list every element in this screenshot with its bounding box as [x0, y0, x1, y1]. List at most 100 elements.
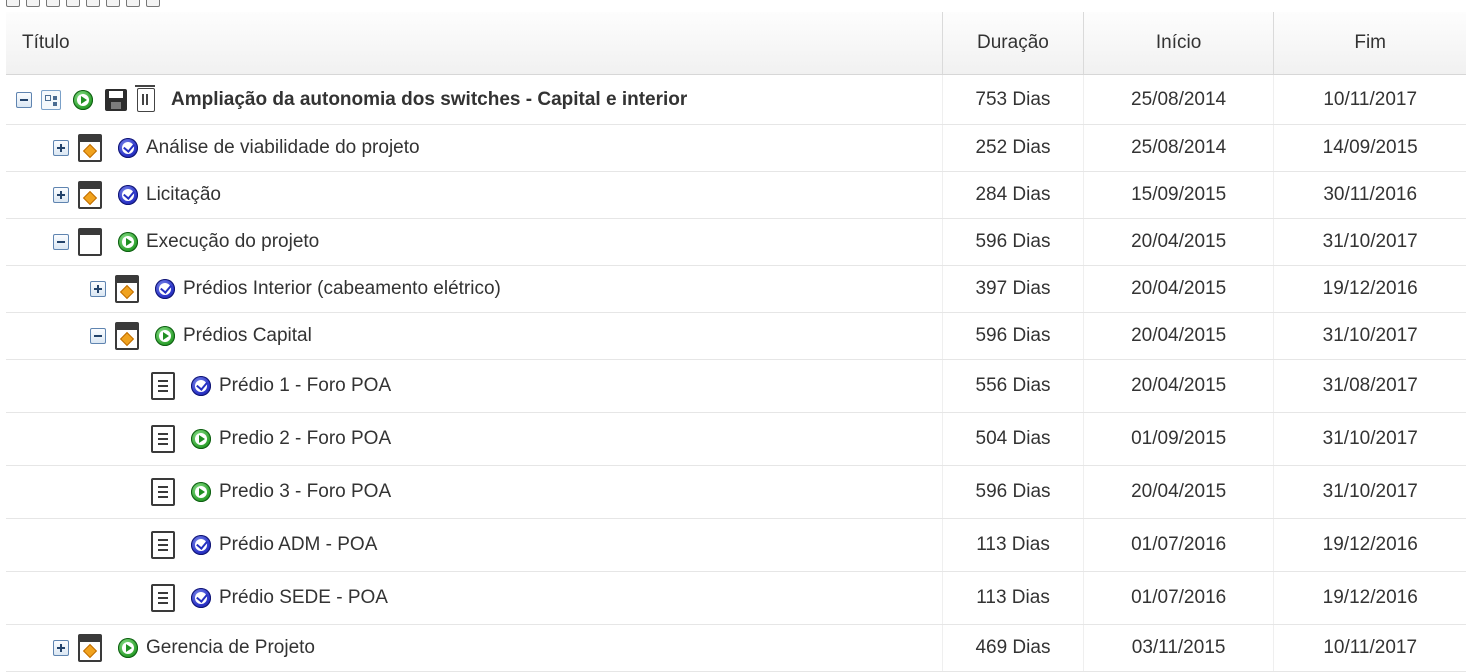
cell-duration: 397 Dias: [942, 266, 1083, 312]
cell-duration: 469 Dias: [942, 625, 1083, 671]
project-structure-icon[interactable]: [41, 89, 61, 110]
table-row[interactable]: Prédios Capital 596 Dias 20/04/2015 31/10/2…: [6, 313, 1466, 360]
table-row[interactable]: Prédios Interior (cabeamento elétrico) 39…: [6, 266, 1466, 313]
table-row[interactable]: Predio 3 - Foro POA 596 Dias 20/04/2015 31/…: [6, 466, 1466, 519]
in-progress-icon: [118, 638, 138, 658]
cell-start-date: 20/04/2015: [1082, 466, 1274, 518]
document-task-icon[interactable]: [151, 372, 175, 400]
toolbar-button-cropped[interactable]: [146, 0, 160, 7]
task-title[interactable]: Prédios Interior (cabeamento elétrico): [183, 278, 501, 300]
table-row[interactable]: Prédio 1 - Foro POA 556 Dias 20/04/2015 31/…: [6, 360, 1466, 413]
expand-icon[interactable]: [53, 140, 69, 156]
document-task-icon[interactable]: [151, 425, 175, 453]
project-tree-grid: Título Duração Início Fim Ampliação da a…: [6, 12, 1466, 672]
table-row[interactable]: Prédio SEDE - POA 113 Dias 01/07/2016 19/12…: [6, 572, 1466, 625]
table-row[interactable]: Prédio ADM - POA 113 Dias 01/07/2016 19/12/…: [6, 519, 1466, 572]
document-task-icon[interactable]: [151, 584, 175, 612]
summary-task-icon[interactable]: [78, 634, 102, 662]
collapse-icon[interactable]: [90, 328, 106, 344]
cell-end-date: 30/11/2016: [1273, 172, 1466, 218]
cell-title: Prédios Capital: [6, 313, 942, 359]
task-title[interactable]: Prédio SEDE - POA: [219, 587, 388, 609]
cell-duration: 284 Dias: [942, 172, 1083, 218]
cell-duration: 556 Dias: [942, 360, 1083, 412]
column-header-duration[interactable]: Duração: [942, 12, 1083, 74]
cell-end-date: 19/12/2016: [1273, 519, 1466, 571]
toolbar-button-cropped[interactable]: [26, 0, 40, 7]
cell-end-date: 31/10/2017: [1273, 466, 1466, 518]
collapse-icon[interactable]: [16, 91, 32, 108]
cell-duration: 504 Dias: [942, 413, 1083, 465]
cell-title: Execução do projeto: [6, 219, 942, 265]
completed-check-icon: [191, 588, 211, 608]
completed-check-icon: [155, 279, 175, 299]
task-title[interactable]: Prédios Capital: [183, 325, 312, 347]
table-row[interactable]: Análise de viabilidade do projeto 252 Dia…: [6, 125, 1466, 172]
cell-duration: 596 Dias: [942, 313, 1083, 359]
task-title[interactable]: Ampliação da autonomia dos switches - Ca…: [171, 89, 687, 111]
toolbar-button-cropped[interactable]: [106, 0, 120, 7]
summary-task-icon[interactable]: [78, 134, 102, 162]
cell-title: Prédio SEDE - POA: [6, 572, 942, 624]
toolbar-button-cropped[interactable]: [126, 0, 140, 7]
completed-check-icon: [118, 185, 138, 205]
document-task-icon[interactable]: [151, 478, 175, 506]
cell-start-date: 20/04/2015: [1082, 219, 1274, 265]
summary-task-icon[interactable]: [78, 181, 102, 209]
phase-task-icon[interactable]: [78, 228, 102, 256]
collapse-icon[interactable]: [53, 234, 69, 250]
cell-end-date: 19/12/2016: [1273, 266, 1466, 312]
column-header-title[interactable]: Título: [6, 12, 942, 74]
cell-end-date: 31/10/2017: [1273, 413, 1466, 465]
cell-start-date: 01/07/2016: [1082, 519, 1274, 571]
task-title[interactable]: Licitação: [146, 184, 221, 206]
save-icon[interactable]: [105, 88, 127, 111]
toolbar-strip-cropped: [0, 0, 1466, 12]
expand-icon[interactable]: [53, 640, 69, 656]
task-title[interactable]: Execução do projeto: [146, 231, 319, 253]
cell-start-date: 15/09/2015: [1082, 172, 1274, 218]
cell-duration: 753 Dias: [942, 75, 1083, 124]
task-title[interactable]: Prédio 1 - Foro POA: [219, 375, 391, 397]
table-row[interactable]: Licitação 284 Dias 15/09/2015 30/11/2016: [6, 172, 1466, 219]
cell-duration: 596 Dias: [942, 219, 1083, 265]
cell-title: Gerencia de Projeto: [6, 625, 942, 671]
completed-check-icon: [191, 535, 211, 555]
task-title[interactable]: Predio 2 - Foro POA: [219, 428, 391, 450]
completed-check-icon: [118, 138, 138, 158]
table-row[interactable]: Gerencia de Projeto 469 Dias 03/11/2015 10/…: [6, 625, 1466, 672]
cell-start-date: 01/09/2015: [1082, 413, 1274, 465]
table-row[interactable]: Predio 2 - Foro POA 504 Dias 01/09/2015 31/…: [6, 413, 1466, 466]
cell-end-date: 10/11/2017: [1273, 625, 1466, 671]
cell-title: Predio 2 - Foro POA: [6, 413, 942, 465]
task-title[interactable]: Predio 3 - Foro POA: [219, 481, 391, 503]
toolbar-button-cropped[interactable]: [66, 0, 80, 7]
cell-title: Predio 3 - Foro POA: [6, 466, 942, 518]
table-row[interactable]: Execução do projeto 596 Dias 20/04/2015 31/…: [6, 219, 1466, 266]
toolbar-button-cropped[interactable]: [6, 0, 20, 7]
cell-start-date: 20/04/2015: [1082, 266, 1274, 312]
toolbar-button-cropped[interactable]: [86, 0, 100, 7]
cell-title: Licitação: [6, 172, 942, 218]
cell-title: Análise de viabilidade do projeto: [6, 125, 942, 171]
cell-end-date: 10/11/2017: [1273, 75, 1466, 124]
column-header-start[interactable]: Início: [1082, 12, 1274, 74]
cell-title: Prédio 1 - Foro POA: [6, 360, 942, 412]
expand-icon[interactable]: [53, 187, 69, 203]
summary-task-icon[interactable]: [115, 322, 139, 350]
cell-start-date: 20/04/2015: [1082, 360, 1274, 412]
cell-start-date: 20/04/2015: [1082, 313, 1274, 359]
expand-icon[interactable]: [90, 281, 106, 297]
task-title[interactable]: Gerencia de Projeto: [146, 637, 315, 659]
cell-end-date: 31/10/2017: [1273, 313, 1466, 359]
cell-start-date: 25/08/2014: [1082, 125, 1274, 171]
summary-task-icon[interactable]: [115, 275, 139, 303]
column-header-end[interactable]: Fim: [1273, 12, 1466, 74]
table-row[interactable]: Ampliação da autonomia dos switches - Ca…: [6, 75, 1466, 125]
toolbar-button-cropped[interactable]: [46, 0, 60, 7]
in-progress-icon: [118, 232, 138, 252]
task-title[interactable]: Análise de viabilidade do projeto: [146, 137, 420, 159]
document-task-icon[interactable]: [151, 531, 175, 559]
task-title[interactable]: Prédio ADM - POA: [219, 534, 377, 556]
trash-icon[interactable]: [135, 84, 155, 112]
